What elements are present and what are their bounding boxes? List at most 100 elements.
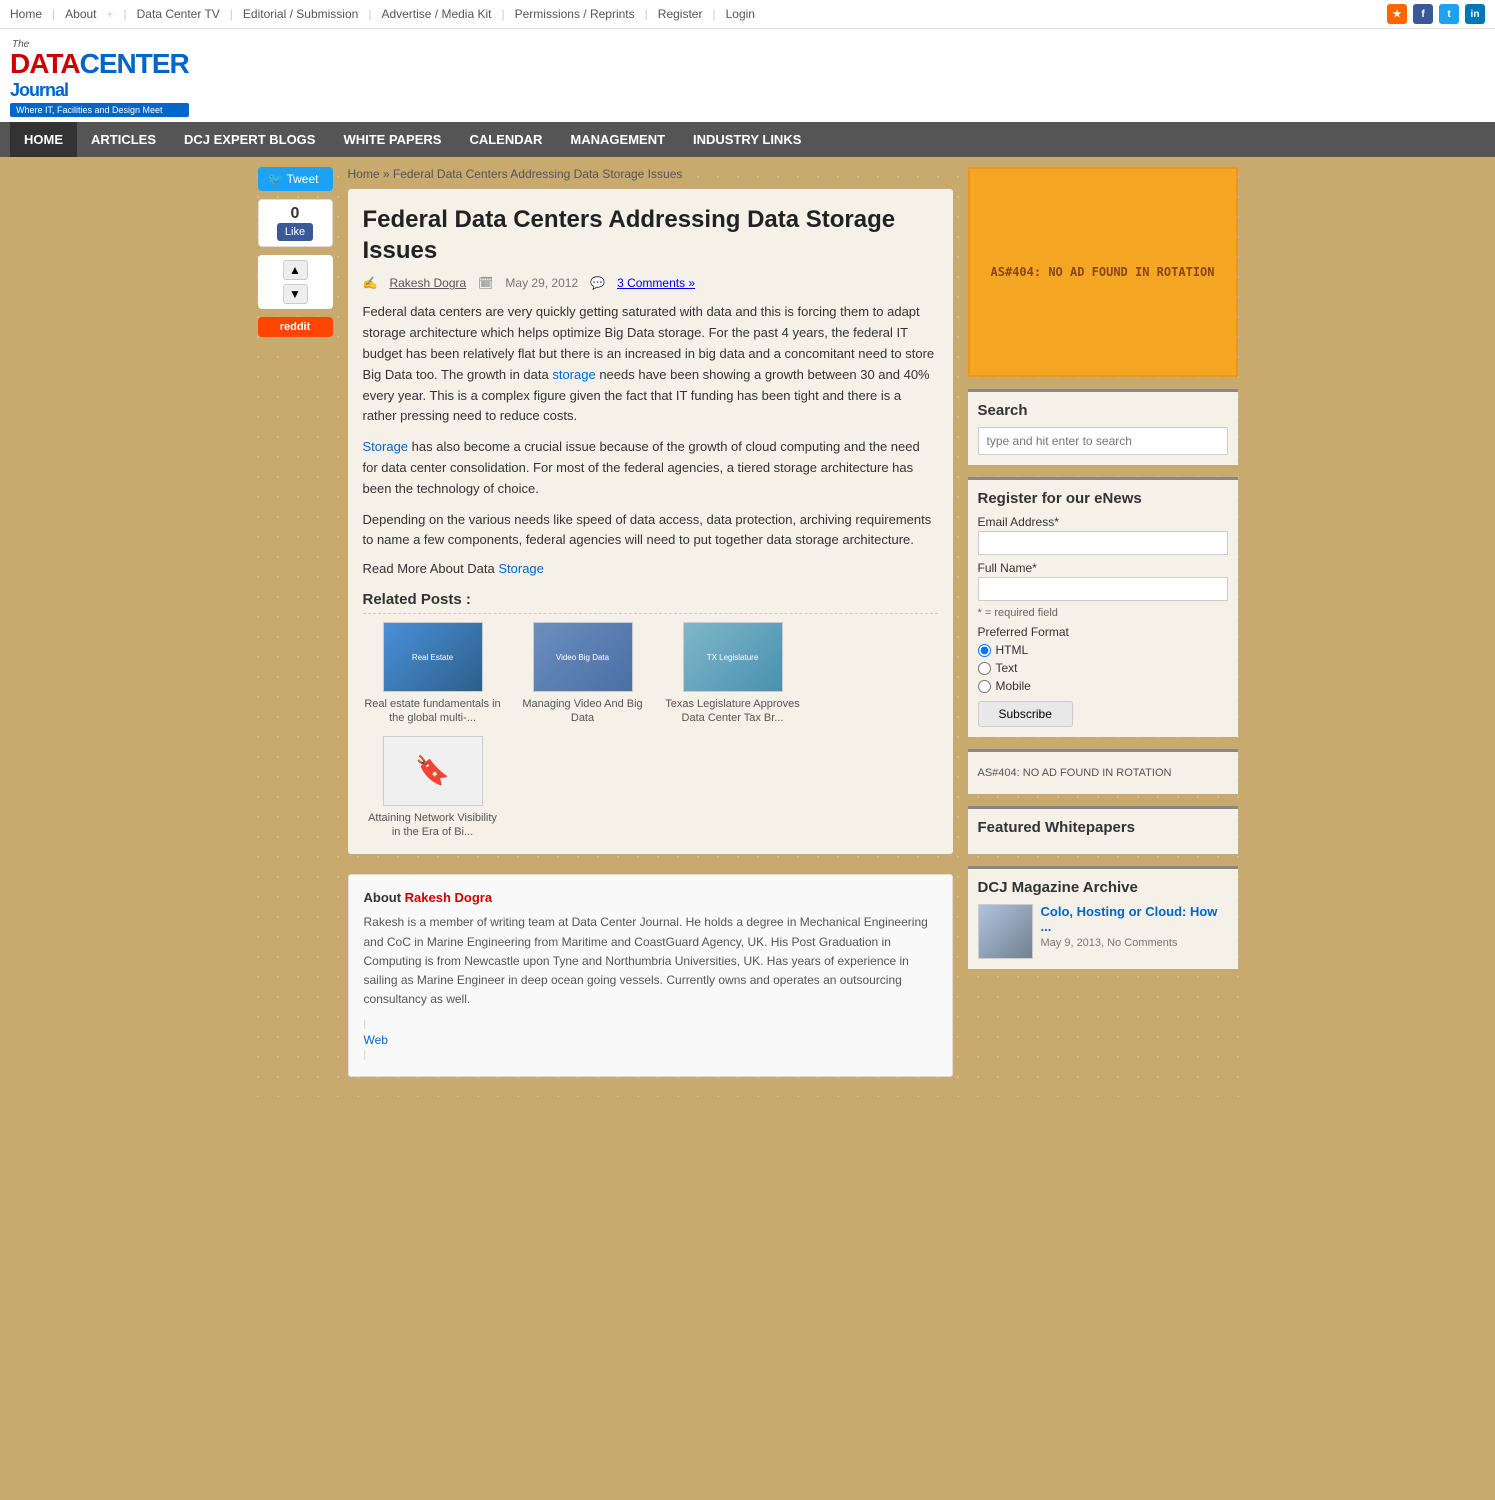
like-button[interactable]: Like (277, 223, 313, 241)
date-icon: 🗓 (478, 276, 493, 290)
related-item: 🔖 Attaining Network Visibility in the Er… (363, 736, 503, 840)
like-box: 0 Like (258, 199, 333, 247)
email-label: Email Address* (978, 515, 1228, 529)
comment-icon: 💬 (590, 276, 605, 290)
rss-icon[interactable]: ★ (1387, 4, 1407, 24)
breadcrumb: Home » Federal Data Centers Addressing D… (348, 167, 953, 181)
author-links: | Web | (364, 1019, 937, 1061)
related-thumb-3: TX Legislature (683, 622, 783, 692)
article-para-2: Storage has also become a crucial issue … (363, 437, 938, 499)
article-author[interactable]: Rakesh Dogra (389, 276, 466, 290)
share-down-button[interactable]: ▼ (283, 284, 308, 304)
radio-mobile-input[interactable] (978, 680, 991, 693)
main-navigation: HOME ARTICLES DCJ EXPERT BLOGS WHITE PAP… (0, 122, 1495, 157)
nav-login[interactable]: Login (726, 7, 755, 21)
archive-info: Colo, Hosting or Cloud: How ... May 9, 2… (1041, 904, 1228, 959)
nav-about[interactable]: About (65, 7, 96, 21)
name-input[interactable] (978, 577, 1228, 601)
nav-main-blogs[interactable]: DCJ EXPERT BLOGS (170, 122, 329, 157)
site-header: The DATA CENTER Journal Where IT, Facili… (0, 29, 1495, 122)
read-more-link[interactable]: Storage (498, 561, 544, 576)
storage-link-1[interactable]: storage (552, 367, 595, 382)
article-para-3: Depending on the various needs like spee… (363, 510, 938, 552)
search-section: Search (968, 389, 1238, 465)
ad-text: AS#404: NO AD FOUND IN ROTATION (991, 265, 1215, 279)
format-label: Preferred Format (978, 625, 1228, 639)
archive-title-link[interactable]: Colo, Hosting or Cloud: How ... (1041, 904, 1218, 934)
nav-main-whitepapers[interactable]: WHITE PAPERS (329, 122, 455, 157)
radio-text-label: Text (996, 661, 1018, 675)
article-box: Federal Data Centers Addressing Data Sto… (348, 189, 953, 854)
nav-main-home[interactable]: HOME (10, 122, 77, 157)
nav-home[interactable]: Home (10, 7, 42, 21)
radio-mobile-label: Mobile (996, 679, 1031, 693)
related-caption-4: Attaining Network Visibility in the Era … (363, 811, 503, 840)
search-input[interactable] (978, 427, 1228, 455)
facebook-icon[interactable]: f (1413, 4, 1433, 24)
author-bio: Rakesh is a member of writing team at Da… (364, 913, 937, 1009)
related-caption-2: Managing Video And Big Data (513, 697, 653, 726)
tweet-label: Tweet (286, 172, 318, 186)
radio-html-input[interactable] (978, 644, 991, 657)
nav-main-articles[interactable]: ARTICLES (77, 122, 170, 157)
archive-thumb (978, 904, 1033, 959)
linkedin-icon[interactable]: in (1465, 4, 1485, 24)
article-date: May 29, 2012 (505, 276, 578, 290)
related-thumb-1: Real Estate (383, 622, 483, 692)
storage-link-2[interactable]: Storage (363, 439, 409, 454)
tweet-button[interactable]: 🐦 Tweet (258, 167, 333, 191)
logo-tagline: Where IT, Facilities and Design Meet (10, 103, 189, 117)
author-about: About Rakesh Dogra (364, 890, 937, 905)
twitter-icon[interactable]: t (1439, 4, 1459, 24)
twitter-bird-icon: 🐦 (268, 172, 283, 186)
archive-date: May 9, 2013 (1041, 937, 1102, 949)
name-label: Full Name* (978, 561, 1228, 575)
nav-main-management[interactable]: MANAGEMENT (556, 122, 679, 157)
related-title: Related Posts : (363, 591, 938, 614)
nav-editorial[interactable]: Editorial / Submission (243, 7, 358, 21)
ad-text-small: AS#404: NO AD FOUND IN ROTATION (978, 762, 1228, 784)
share-up-button[interactable]: ▲ (283, 260, 308, 280)
nav-main-industry[interactable]: INDUSTRY LINKS (679, 122, 815, 157)
radio-text-input[interactable] (978, 662, 991, 675)
archive-comments[interactable]: No Comments (1107, 937, 1177, 949)
radio-html[interactable]: HTML (978, 643, 1228, 657)
related-thumb-4: 🔖 (383, 736, 483, 806)
like-count: 0 (264, 205, 327, 223)
nav-advertise[interactable]: Advertise / Media Kit (381, 7, 491, 21)
name-field-group: Full Name* (978, 561, 1228, 601)
page-wrapper: 🐦 Tweet 0 Like ▲ ▼ reddit Home » Federal… (248, 167, 1248, 1097)
ad-small-section: AS#404: NO AD FOUND IN ROTATION (968, 749, 1238, 794)
site-logo[interactable]: The DATA CENTER Journal Where IT, Facili… (10, 39, 189, 117)
whitepapers-title: Featured Whitepapers (978, 819, 1228, 836)
nav-datacenter-tv[interactable]: Data Center TV (137, 7, 220, 21)
email-field-group: Email Address* (978, 515, 1228, 555)
email-input[interactable] (978, 531, 1228, 555)
article-body: Federal data centers are very quickly ge… (363, 302, 938, 551)
subscribe-button[interactable]: Subscribe (978, 701, 1073, 727)
article-comments[interactable]: 3 Comments » (617, 276, 695, 290)
read-more: Read More About Data Storage (363, 561, 938, 576)
social-icons: ★ f t in (1387, 4, 1485, 24)
content-area: 🐦 Tweet 0 Like ▲ ▼ reddit Home » Federal… (258, 167, 1238, 1077)
radio-html-label: HTML (996, 643, 1029, 657)
author-name-link[interactable]: Rakesh Dogra (405, 890, 492, 905)
left-sidebar: 🐦 Tweet 0 Like ▲ ▼ reddit (258, 167, 333, 1077)
top-navigation: Home | About + | Data Center TV | Editor… (0, 0, 1495, 29)
search-title: Search (978, 402, 1228, 419)
nav-register[interactable]: Register (658, 7, 703, 21)
radio-mobile[interactable]: Mobile (978, 679, 1228, 693)
breadcrumb-home[interactable]: Home (348, 167, 380, 181)
right-sidebar: AS#404: NO AD FOUND IN ROTATION Search R… (968, 167, 1238, 1077)
author-web-link[interactable]: Web (364, 1033, 937, 1047)
nav-permissions[interactable]: Permissions / Reprints (515, 7, 635, 21)
radio-text[interactable]: Text (978, 661, 1228, 675)
required-note: * = required field (978, 607, 1228, 619)
reddit-button[interactable]: reddit (258, 317, 333, 337)
nav-main-calendar[interactable]: CALENDAR (455, 122, 556, 157)
related-caption-1: Real estate fundamentals in the global m… (363, 697, 503, 726)
related-grid: Real Estate Real estate fundamentals in … (363, 622, 938, 839)
magazine-title: DCJ Magazine Archive (978, 879, 1228, 896)
logo-data: DATA (10, 48, 80, 80)
enews-section: Register for our eNews Email Address* Fu… (968, 477, 1238, 737)
